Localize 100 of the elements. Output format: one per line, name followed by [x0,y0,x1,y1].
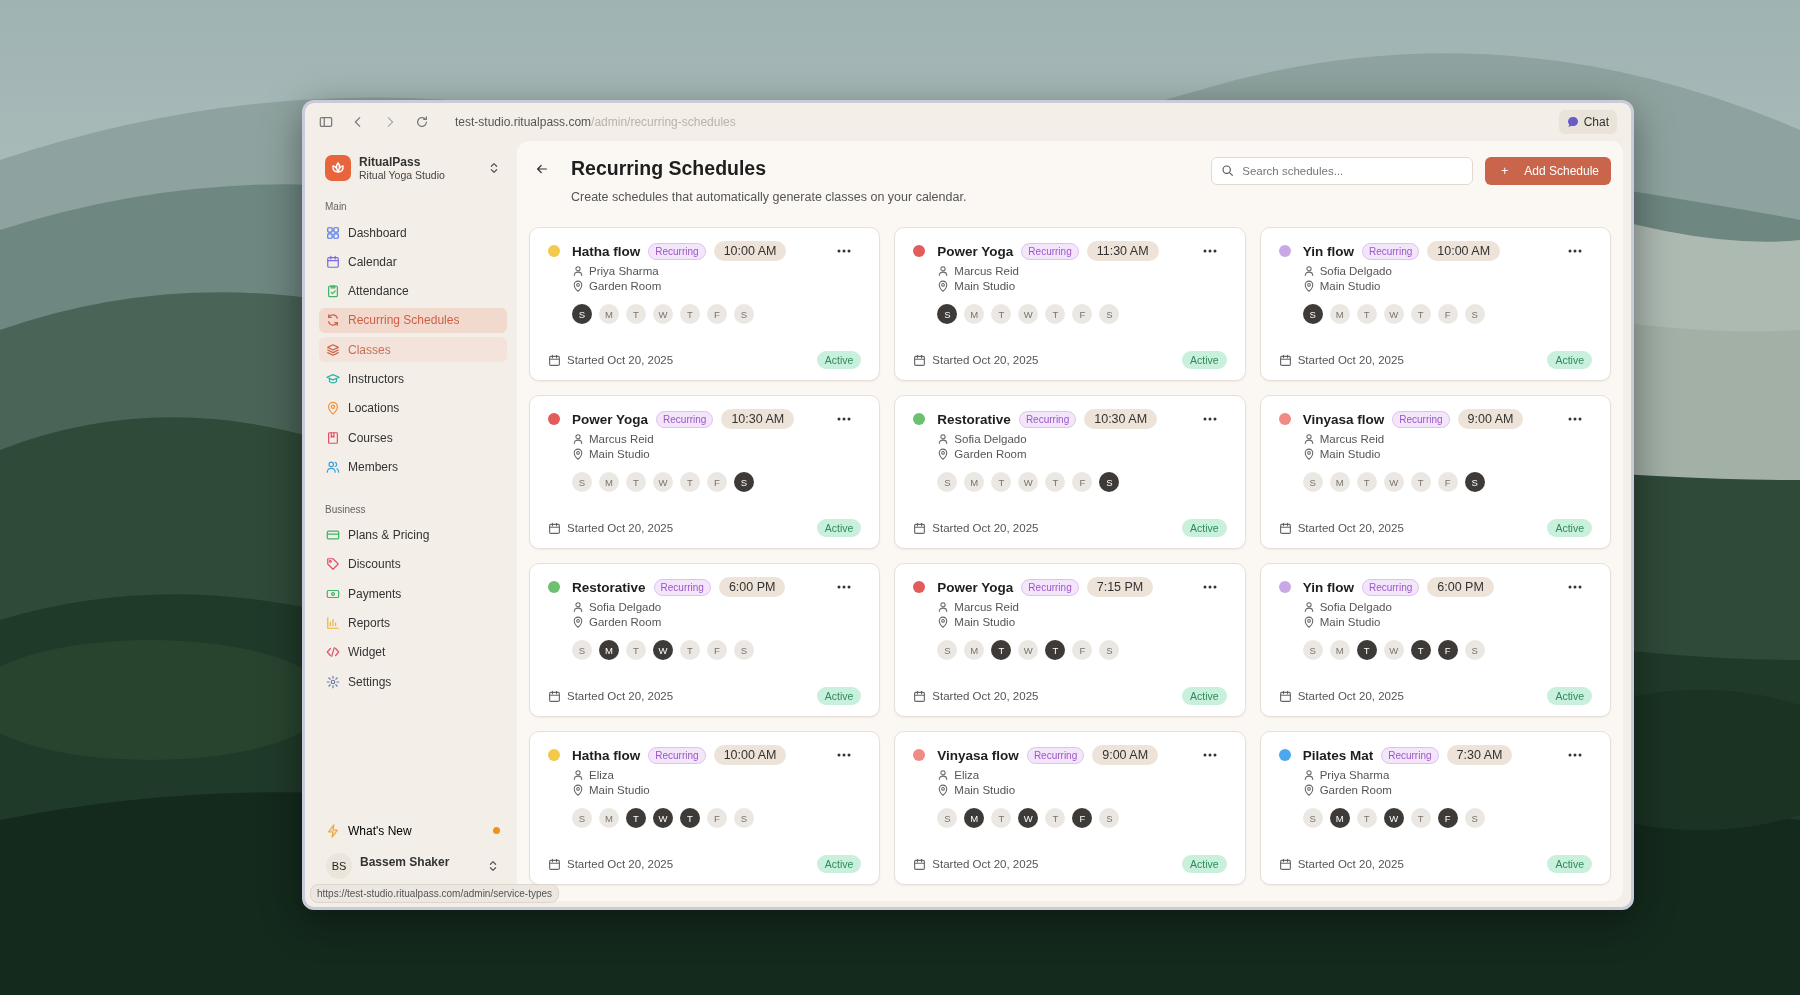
chat-button[interactable]: Chat [1558,110,1617,134]
more-icon[interactable] [837,417,852,421]
person-icon [572,769,584,781]
weekday-chip: M [599,808,619,828]
weekday-chip: S [1464,808,1485,828]
schedule-card[interactable]: Yin flow Recurring 6:00 PM Sofia Delgado Main Studio S M T W T F S Started Oct 20, 2025 Active [1259,563,1611,717]
time-pill: 6:00 PM [718,577,786,597]
start-date: Started Oct 20, 2025 [1297,858,1404,870]
weekday-chip: M [964,808,985,828]
weekday-chip: S [1302,304,1323,324]
schedule-card[interactable]: Power Yoga Recurring 11:30 AM Marcus Reid Main Studio S M T W T F S Started Oct 20, 2025 Active [894,227,1246,381]
location-name: Garden Room [1319,784,1392,796]
schedule-card[interactable]: Hatha flow Recurring 10:00 AM Eliza Main Studio S M T W T F S Started Oct 20, 2025 Active [529,731,881,885]
weekday-chip: S [1099,808,1120,828]
nav-item[interactable]: Instructors [319,366,507,392]
weekday-chip: S [734,808,754,828]
status-badge: Active [816,519,862,537]
schedule-card[interactable]: Power Yoga Recurring 10:30 AM Marcus Reid Main Studio S M T W T F S Started Oct 20, 2025 Active [529,395,881,549]
whats-new-item[interactable]: What's New [319,818,507,843]
page-subtitle: Create schedules that automatically generate classes on your calendar. [571,190,968,204]
map-pin-icon [572,784,584,796]
more-icon[interactable] [837,753,852,757]
weekday-chip: W [653,640,673,660]
status-badge: Active [1547,687,1592,705]
nav-item[interactable]: Dashboard [319,220,507,245]
add-schedule-button[interactable]: + Add Schedule [1485,157,1611,185]
location-name: Garden Room [954,448,1027,460]
class-title: Yin flow [1302,579,1354,595]
more-icon[interactable] [1202,417,1217,421]
time-pill: 10:30 AM [721,409,795,429]
class-title: Restorative [937,411,1011,427]
more-icon[interactable] [1568,585,1582,589]
nav-item[interactable]: Courses [319,425,507,451]
weekday-chip: F [1072,640,1093,660]
status-badge: Active [1182,855,1227,873]
nav-item[interactable]: Plans & Pricing [319,522,507,548]
more-icon[interactable] [1568,417,1582,421]
map-pin-icon [937,280,950,292]
class-title: Power Yoga [572,411,649,427]
schedule-card[interactable]: Pilates Mat Recurring 7:30 AM Priya Sharma Garden Room S M T W T F S Started Oct 20, 2025 Active [1259,731,1611,885]
schedule-card[interactable]: Restorative Recurring 6:00 PM Sofia Delgado Garden Room S M T W T F S Started Oct 20, 2025 Active [529,563,881,717]
nav-item[interactable]: Attendance [319,278,507,304]
more-icon[interactable] [1568,249,1582,253]
search-icon [1221,164,1235,177]
schedule-card[interactable]: Power Yoga Recurring 7:15 PM Marcus Reid Main Studio S M T W T F S Started Oct 20, 2025 Active [894,563,1246,717]
weekday-chip: W [1383,304,1404,324]
weekday-chip: T [1410,472,1431,492]
weekday-chip: F [1437,808,1458,828]
instructor-name: Priya Sharma [589,265,659,277]
recurring-badge: Recurring [1381,746,1439,764]
start-date: Started Oct 20, 2025 [567,690,674,702]
weekday-chip: S [1464,640,1485,660]
url-host[interactable]: test-studio.ritualpass.com [455,115,592,129]
status-badge: Active [1547,855,1592,873]
weekday-chip: T [1356,472,1377,492]
nav-item[interactable]: Payments [319,581,507,607]
person-icon [937,265,950,277]
weekday-chip: S [937,304,958,324]
more-icon[interactable] [1202,249,1217,253]
nav-item[interactable]: Discounts [319,551,507,577]
nav-item[interactable]: Calendar [319,249,507,275]
instructor-name: Sofia Delgado [1319,601,1392,613]
weekday-chip: T [1356,808,1377,828]
map-pin-icon [572,280,584,292]
recurring-badge: Recurring [653,578,711,596]
time-pill: 6:00 PM [1427,577,1494,597]
link-status-tooltip: https://test-studio.ritualpass.com/admin/service-types [310,884,560,903]
nav-item[interactable]: Locations [319,395,507,421]
nav-item[interactable]: Widget [319,639,507,665]
more-icon[interactable] [1568,753,1582,757]
weekday-chip: F [707,304,727,324]
nav-item[interactable]: Members [319,454,507,480]
weekday-chip: S [572,808,592,828]
weekday-chip: S [1302,640,1323,660]
more-icon[interactable] [837,585,852,589]
schedule-card[interactable]: Vinyasa flow Recurring 9:00 AM Eliza Main Studio S M T W T F S Started Oct 20, 2025 Active [894,731,1246,885]
nav-item[interactable]: Reports [319,610,507,636]
map-pin-icon [937,616,950,628]
instructor-name: Sofia Delgado [954,433,1027,445]
start-date: Started Oct 20, 2025 [932,858,1039,870]
class-title: Power Yoga [937,579,1014,595]
calendar-icon [913,857,927,871]
more-icon[interactable] [1202,753,1217,757]
nav-item[interactable]: Settings [319,669,507,695]
more-icon[interactable] [837,249,852,253]
map-pin-icon [1302,448,1315,460]
schedule-card[interactable]: Hatha flow Recurring 10:00 AM Priya Sharma Garden Room S M T W T F S Started Oct 20, 2025 Active [529,227,881,381]
schedule-card[interactable]: Yin flow Recurring 10:00 AM Sofia Delgado Main Studio S M T W T F S Started Oct 20, 2025 Active [1259,227,1611,381]
search-field[interactable]: Search schedules... [1211,157,1474,185]
more-icon[interactable] [1202,585,1217,589]
schedule-card[interactable]: Vinyasa flow Recurring 9:00 AM Marcus Reid Main Studio S M T W T F S Started Oct 20, 2025 Active [1259,395,1611,549]
map-pin-icon [1302,280,1315,292]
start-date: Started Oct 20, 2025 [932,354,1039,366]
brand-name: RitualPass [359,155,422,169]
calendar-icon [548,353,561,367]
instructor-name: Marcus Reid [1319,433,1385,445]
start-date: Started Oct 20, 2025 [1297,522,1404,534]
time-pill: 9:00 AM [1092,745,1159,765]
instructor-name: Sofia Delgado [1319,265,1392,277]
schedule-card[interactable]: Restorative Recurring 10:30 AM Sofia Delgado Garden Room S M T W T F S Started Oct 20, 2025 Active [894,395,1246,549]
